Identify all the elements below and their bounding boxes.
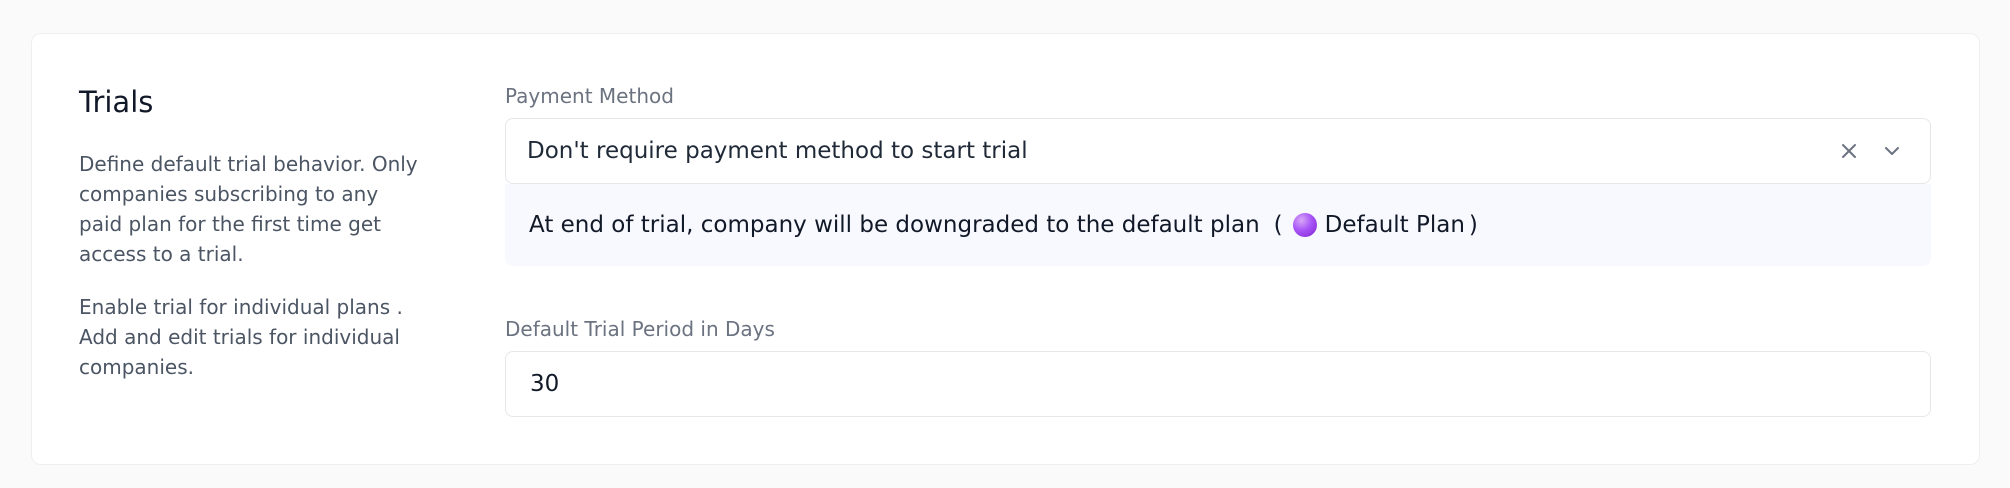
section-description: Define default trial behavior. Only comp… [79,152,418,266]
close-icon[interactable] [1838,140,1860,162]
payment-method-label: Payment Method [505,84,674,108]
chevron-down-icon[interactable] [1881,140,1903,162]
downgrade-notice: At end of trial, company will be downgra… [505,184,1931,266]
downgrade-notice-text: At end of trial, company will be downgra… [529,212,1260,238]
trials-section-intro: Trials Define default trial behavior. On… [79,84,419,382]
section-title: Trials [79,85,154,119]
trial-period-label: Default Trial Period in Days [505,317,775,341]
paren-close: ) [1468,212,1478,238]
section-description-secondary: Enable trial for individual plans . Add … [79,295,403,379]
payment-method-select[interactable]: Don't require payment method to start tr… [505,118,1931,184]
trial-period-value: 30 [530,371,560,397]
paren-open: ( [1273,212,1283,238]
plan-icon [1292,213,1317,237]
trial-period-input[interactable]: 30 [505,351,1931,417]
trials-form: Payment Method Don't require payment met… [505,84,1931,417]
default-plan-link[interactable]: Default Plan [1325,184,1465,266]
payment-method-selected-value: Don't require payment method to start tr… [527,138,1028,164]
